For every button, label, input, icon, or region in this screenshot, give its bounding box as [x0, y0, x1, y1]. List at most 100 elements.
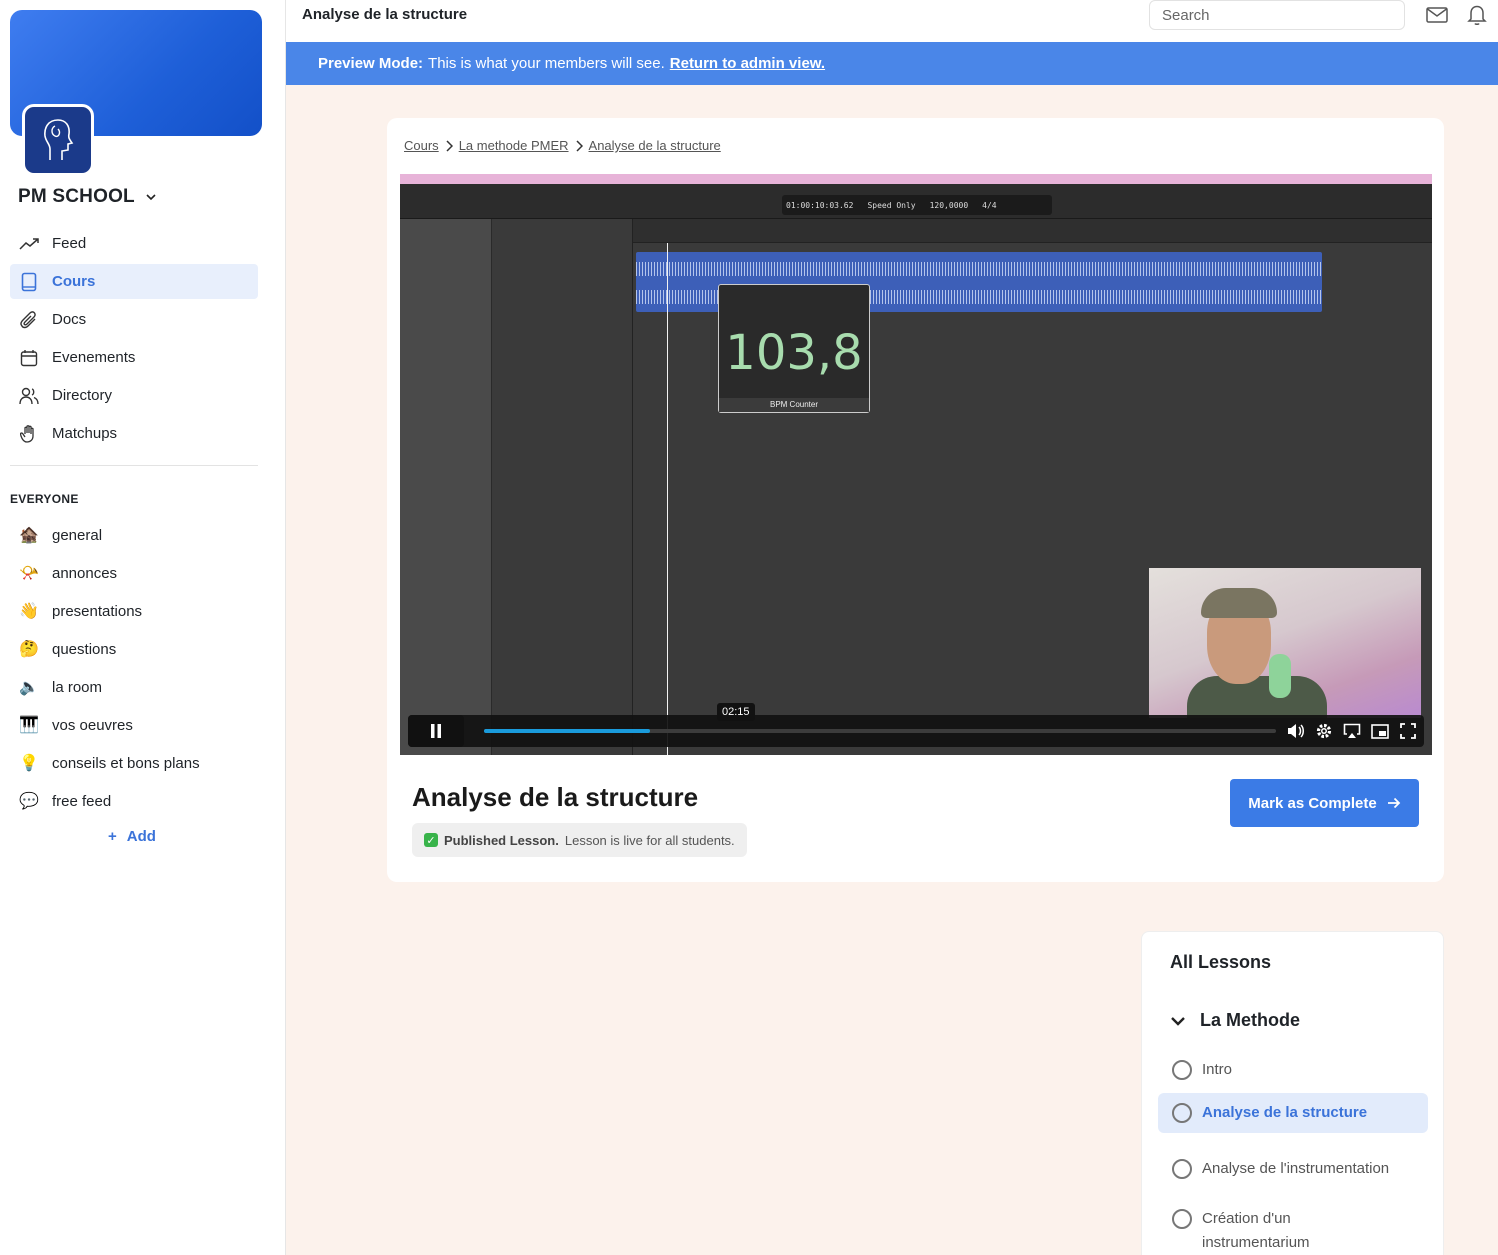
pause-button[interactable] — [408, 715, 464, 747]
add-channel-button[interactable]: + Add — [108, 828, 156, 845]
lcd-signature: 4/4 — [982, 200, 997, 210]
main-content: Cours La methode PMER Analyse de la stru… — [286, 85, 1498, 1255]
video-progress-bar[interactable]: 02:15 — [484, 703, 1276, 733]
pause-icon — [431, 724, 441, 738]
main-nav: Feed Cours Docs Evenements Directory Mat… — [10, 226, 258, 454]
nav-item-docs[interactable]: Docs — [10, 302, 258, 337]
lesson-item-analyse-instrumentation[interactable]: Analyse de l'instrumentation — [1158, 1149, 1428, 1189]
lesson-item-label: Analyse de l'instrumentation — [1202, 1160, 1390, 1177]
community-logo[interactable] — [22, 104, 94, 176]
lesson-card: Cours La methode PMER Analyse de la stru… — [387, 118, 1444, 882]
lesson-status-badge: ✓ Published Lesson. Lesson is live for a… — [412, 823, 747, 857]
nav-item-directory[interactable]: Directory — [10, 378, 258, 413]
nav-item-cours[interactable]: Cours — [10, 264, 258, 299]
arrow-right-icon — [1387, 797, 1400, 809]
airplay-icon[interactable] — [1342, 721, 1362, 741]
community-name: PM SCHOOL — [18, 186, 135, 207]
mail-icon[interactable] — [1425, 4, 1449, 26]
nav-item-evenements[interactable]: Evenements — [10, 340, 258, 375]
incomplete-circle-icon — [1172, 1060, 1192, 1080]
channel-presentations[interactable]: 👋 presentations — [10, 592, 258, 630]
picture-in-picture-icon[interactable] — [1370, 721, 1390, 741]
book-icon — [18, 271, 40, 293]
video-frame-inspector — [400, 219, 492, 755]
video-frame-tracklist — [492, 219, 633, 755]
lesson-title: Analyse de la structure — [412, 782, 699, 812]
horn-emoji-icon: 📯 — [19, 565, 39, 582]
current-time-tooltip: 02:15 — [717, 703, 755, 721]
nav-item-label: Matchups — [52, 425, 118, 442]
community-switcher[interactable]: PM SCHOOL — [18, 186, 157, 208]
video-player[interactable]: 01:00:10:03.62 Speed Only 120,0000 4/4 1… — [400, 174, 1432, 755]
nav-item-label: Evenements — [52, 349, 136, 366]
nav-item-matchups[interactable]: Matchups — [10, 416, 258, 451]
nav-item-feed[interactable]: Feed — [10, 226, 258, 261]
channel-vos-oeuvres[interactable]: 🎹 vos oeuvres — [10, 706, 258, 744]
lesson-item-label: Création d'un instrumentarium — [1202, 1210, 1310, 1251]
presenter-figure — [1187, 676, 1327, 718]
status-strong: Published Lesson. — [444, 832, 559, 848]
fullscreen-icon[interactable] — [1398, 721, 1418, 741]
lcd-time: 01:00:10:03.62 — [786, 200, 854, 210]
breadcrumb: Cours La methode PMER Analyse de la stru… — [404, 138, 721, 153]
waveform — [636, 262, 1322, 276]
users-icon — [18, 385, 40, 407]
settings-gear-icon[interactable] — [1314, 721, 1334, 741]
channel-free-feed[interactable]: 💬 free feed — [10, 782, 258, 820]
video-frame-ruler — [633, 219, 1432, 243]
channel-label: questions — [52, 640, 117, 658]
page-title: Analyse de la structure — [302, 6, 468, 23]
all-lessons-heading: All Lessons — [1170, 952, 1272, 972]
sidebar-divider — [10, 465, 258, 466]
channel-general[interactable]: 🏚️ general — [10, 516, 258, 554]
video-frame-menubar — [400, 174, 1432, 184]
lesson-item-analyse-structure[interactable]: Analyse de la structure — [1158, 1093, 1428, 1133]
channel-list: 🏚️ general 📯 annonces 👋 presentations 🤔 ques… — [10, 516, 258, 820]
head-logo-icon — [44, 119, 74, 160]
return-to-admin-link[interactable]: Return to admin view. — [670, 55, 825, 72]
piano-emoji-icon: 🎹 — [19, 717, 39, 734]
breadcrumb-cours[interactable]: Cours — [404, 138, 439, 153]
channel-label: annonces — [52, 564, 118, 582]
status-text: Lesson is live for all students. — [564, 832, 735, 848]
channel-conseils[interactable]: 💡 conseils et bons plans — [10, 744, 258, 782]
channel-la-room[interactable]: 🔈 la room — [10, 668, 258, 706]
chevron-down-icon — [146, 194, 156, 201]
preview-mode-text: This is what your members will see. — [428, 55, 665, 72]
breadcrumb-course[interactable]: La methode PMER — [459, 138, 569, 153]
add-label: Add — [126, 828, 156, 845]
mark-complete-button[interactable]: Mark as Complete — [1230, 779, 1419, 827]
hand-wave-icon — [18, 423, 40, 445]
module-title: La Methode — [1200, 1010, 1301, 1030]
sidebar: PM SCHOOL Feed Cours Docs Evenements Dir… — [0, 0, 286, 1255]
speech-bubble-emoji-icon: 💬 — [19, 793, 39, 810]
video-progress-fill — [484, 729, 651, 733]
calendar-icon — [18, 347, 40, 369]
lesson-item-instrumentarium[interactable]: Création d'un instrumentarium — [1158, 1199, 1358, 1255]
chevron-right-icon — [446, 139, 453, 152]
channel-annonces[interactable]: 📯 annonces — [10, 554, 258, 592]
channel-label: conseils et bons plans — [52, 754, 200, 772]
bulb-emoji-icon: 💡 — [19, 755, 39, 772]
chevron-right-icon — [576, 139, 583, 152]
channel-section-label: EVERYONE — [10, 492, 79, 506]
wave-emoji-icon: 👋 — [19, 603, 39, 620]
bell-icon[interactable] — [1465, 4, 1489, 26]
breadcrumb-lesson[interactable]: Analyse de la structure — [589, 138, 721, 153]
trending-icon — [18, 233, 40, 255]
lcd-tempo: 120,0000 — [929, 200, 969, 210]
preview-banner: Preview Mode: This is what your members … — [286, 42, 1498, 85]
search-input[interactable] — [1149, 0, 1405, 30]
nav-item-label: Feed — [52, 235, 87, 252]
microphone — [1269, 654, 1291, 698]
incomplete-circle-icon — [1172, 1209, 1192, 1229]
volume-icon[interactable] — [1286, 721, 1306, 741]
lesson-item-intro[interactable]: Intro — [1158, 1050, 1428, 1090]
channel-questions[interactable]: 🤔 questions — [10, 630, 258, 668]
module-toggle[interactable]: La Methode — [1170, 1010, 1300, 1031]
bpm-label: BPM Counter — [719, 398, 869, 412]
thinking-emoji-icon: 🤔 — [19, 641, 39, 658]
lesson-item-label: Intro — [1202, 1061, 1233, 1078]
plus-icon: + — [108, 828, 117, 845]
bpm-value: 103,8 — [725, 325, 863, 381]
